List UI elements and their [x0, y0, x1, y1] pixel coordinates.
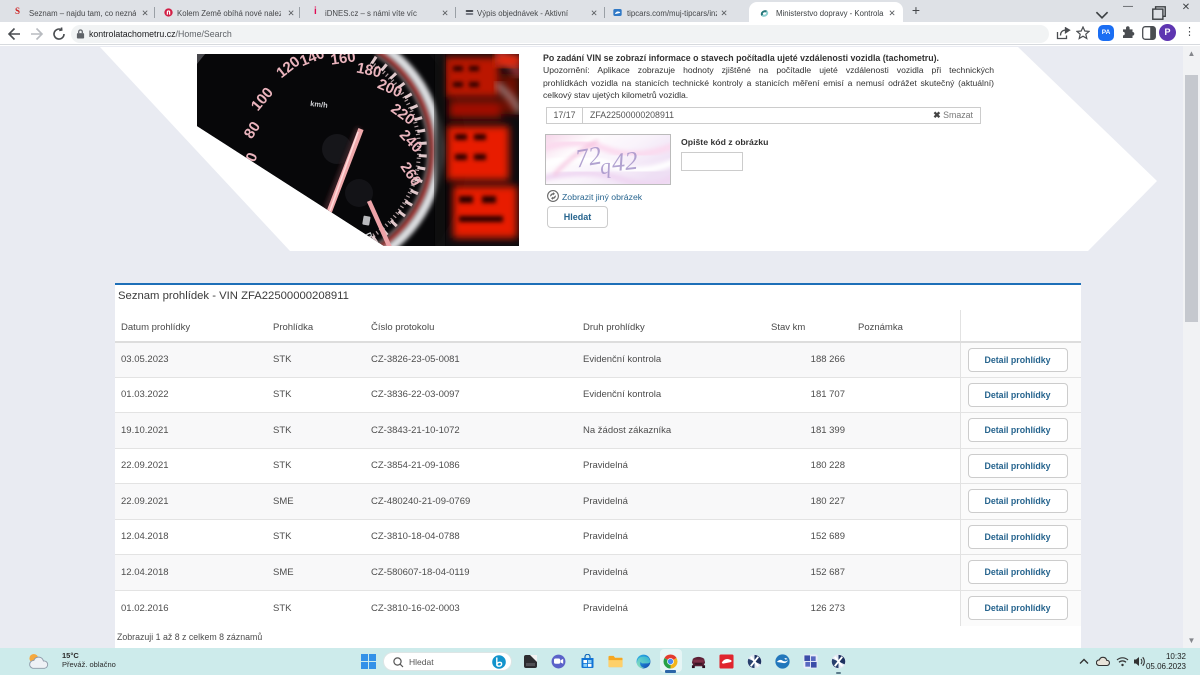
svg-text:km/h: km/h	[310, 99, 329, 110]
svg-text:42: 42	[610, 146, 639, 178]
